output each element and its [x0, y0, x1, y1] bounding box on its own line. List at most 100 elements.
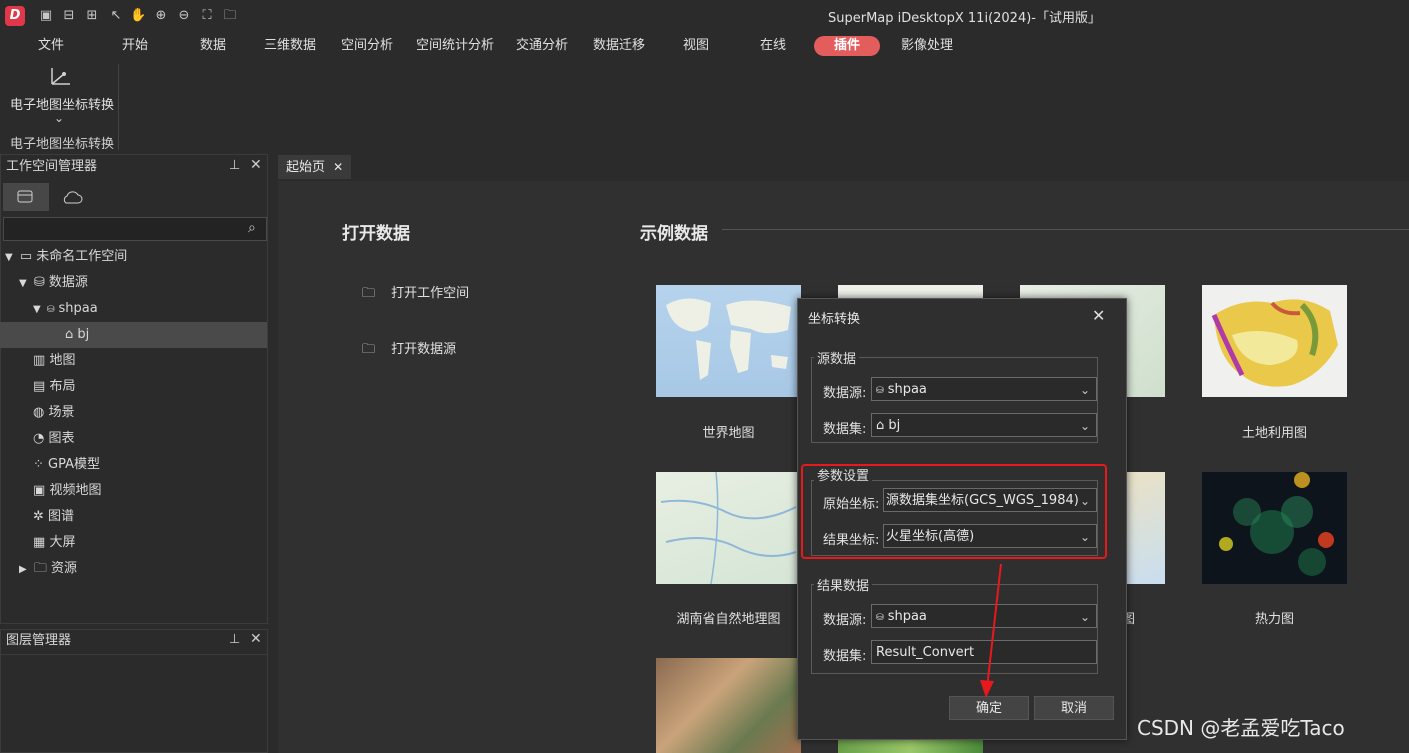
tree-workspace[interactable]: ▼ ▭ 未命名工作空间: [0, 245, 267, 269]
menu-spatial-analysis[interactable]: 空间分析: [341, 36, 393, 56]
tree-scenes-label: 场景: [48, 405, 75, 420]
source-dataset-select[interactable]: ⌂ bj ⌄: [871, 413, 1097, 437]
map-icon: ▥: [33, 353, 46, 368]
select-icon[interactable]: ↖: [108, 8, 124, 24]
tree-gpa-models[interactable]: ⁘ GPA模型: [0, 453, 267, 477]
divider: [1, 654, 267, 655]
watermark: CSDN @老孟爱吃Taco: [1137, 716, 1345, 740]
menu-plugins[interactable]: 插件: [814, 36, 881, 56]
heatmap-image: [1219, 472, 1334, 576]
close-icon[interactable]: ✕: [250, 157, 262, 173]
world-map-thumbnail[interactable]: [656, 285, 801, 397]
tree-datasources[interactable]: ▼ ⛁ 数据源: [0, 271, 267, 295]
chevron-down-icon: ⌄: [1079, 419, 1090, 433]
result-dataset-label: 数据集:: [823, 649, 867, 664]
panel-title: 图层管理器: [6, 633, 72, 648]
hunan-map-label: 湖南省自然地理图: [676, 612, 781, 627]
document-tab-bar: [270, 154, 1409, 180]
source-dataset-value: bj: [888, 418, 901, 433]
tree-datasource-shpaa[interactable]: ▼ ⛁ shpaa: [0, 297, 267, 321]
tree-layouts[interactable]: ▤ 布局: [0, 375, 267, 399]
hunan-map-thumbnail[interactable]: [656, 472, 801, 584]
pan-icon[interactable]: ✋: [130, 8, 146, 24]
tree-dataset-bj[interactable]: ⌂ bj: [0, 322, 267, 348]
tree-graphs[interactable]: ✲ 图谱: [0, 505, 267, 529]
expand-arrow-icon[interactable]: ▼: [33, 304, 41, 315]
source-datasource-select[interactable]: ⛁ shpaa ⌄: [871, 377, 1097, 401]
world-map-image: [666, 298, 791, 380]
full-extent-icon[interactable]: ⛶: [199, 8, 215, 24]
tree-dashboards[interactable]: ▦ 大屏: [0, 531, 267, 555]
globe-icon: ◍: [33, 405, 45, 420]
window-title: SuperMap iDesktopX 11i(2024)-「试用版」: [828, 11, 1101, 26]
region-dataset-icon: ⌂: [876, 418, 885, 433]
menu-start[interactable]: 开始: [122, 36, 148, 56]
workspace-icon: ▭: [19, 249, 33, 264]
menu-online[interactable]: 在线: [760, 36, 786, 56]
expand-arrow-icon[interactable]: ▼: [5, 252, 13, 263]
menu-3d-data[interactable]: 三维数据: [264, 36, 316, 56]
zoom-out-icon[interactable]: ⊖: [176, 8, 192, 24]
ribbon: [0, 60, 1409, 153]
menu-image-processing[interactable]: 影像处理: [901, 36, 953, 56]
open-folder-icon[interactable]: 🗀: [222, 8, 238, 24]
menu-data-migration[interactable]: 数据迁移: [593, 36, 645, 56]
cancel-button[interactable]: 取消: [1034, 696, 1114, 720]
tree-charts[interactable]: ◔ 图表: [0, 427, 267, 451]
graph-icon: ✲: [33, 509, 44, 524]
save-icon[interactable]: ▣: [38, 8, 54, 24]
tree-maps[interactable]: ▥ 地图: [0, 349, 267, 373]
tree-graphs-label: 图谱: [48, 509, 75, 524]
region-dataset-icon: ⌂: [65, 327, 74, 342]
open-datasource-link[interactable]: 🗀 打开数据源: [362, 338, 456, 362]
zoom-in-icon[interactable]: ⊕: [153, 8, 169, 24]
chevron-down-icon: ⌄: [54, 111, 65, 125]
close-icon[interactable]: ✕: [333, 160, 343, 174]
tree-workspace-label: 未命名工作空间: [36, 249, 128, 264]
export-icon[interactable]: ⊞: [84, 8, 100, 24]
land-use-thumbnail[interactable]: [1202, 285, 1347, 397]
menu-spatial-stats[interactable]: 空间统计分析: [416, 36, 494, 56]
tree-resources[interactable]: ▶ 🗀 资源: [0, 557, 267, 581]
workspace-tab[interactable]: [3, 183, 49, 211]
menu-view[interactable]: 视图: [683, 36, 709, 56]
panel-title: 工作空间管理器: [6, 159, 98, 174]
source-group-title: 源数据: [814, 348, 860, 367]
expand-arrow-icon[interactable]: ▼: [19, 278, 27, 289]
pin-icon[interactable]: ⊥: [229, 158, 240, 173]
udbx-icon: ⛁: [876, 613, 884, 623]
menu-file[interactable]: 文件: [38, 36, 64, 56]
open-workspace-link[interactable]: 🗀 打开工作空间: [362, 282, 469, 306]
menu-traffic-analysis[interactable]: 交通分析: [516, 36, 568, 56]
source-datasource-label: 数据源:: [823, 386, 867, 401]
close-icon[interactable]: ✕: [1092, 306, 1105, 325]
tab-label: 起始页: [286, 160, 326, 175]
dashboard-icon: ▦: [33, 535, 46, 550]
dialog-title: 坐标转换: [808, 312, 861, 327]
coord-convert-button[interactable]: 电子地图坐标转换 ⌄: [8, 62, 116, 128]
pin-icon[interactable]: ⊥: [229, 632, 240, 647]
open-data-heading: 打开数据: [342, 224, 410, 244]
coord-convert-dialog: 坐标转换 ✕ 源数据 数据源: ⛁ shpaa ⌄ 数据集: ⌂ bj ⌄ 参数…: [797, 298, 1127, 740]
hunan-map-image: [660, 472, 797, 584]
aerial-photo-thumbnail[interactable]: [656, 658, 801, 753]
workspace-search-input[interactable]: [3, 217, 267, 241]
open-workspace-label: 打开工作空间: [391, 286, 470, 301]
tab-start-page[interactable]: 起始页 ✕: [278, 155, 352, 179]
heatmap-thumbnail[interactable]: [1202, 472, 1347, 584]
tree-scenes[interactable]: ◍ 场景: [0, 401, 267, 425]
tree-video-maps[interactable]: ▣ 视频地图: [0, 479, 267, 503]
import-icon[interactable]: ⊟: [61, 8, 77, 24]
menu-data[interactable]: 数据: [200, 36, 226, 56]
tree-maps-label: 地图: [49, 353, 76, 368]
folder-icon: 🗀: [362, 286, 376, 301]
result-group-title: 结果数据: [814, 575, 873, 594]
expand-arrow-icon[interactable]: ▶: [19, 564, 27, 575]
cloud-workspace-tab[interactable]: [57, 183, 89, 211]
source-datasource-value: shpaa: [887, 382, 927, 397]
tree-dashboards-label: 大屏: [49, 535, 76, 550]
datasource-icon: ⛁: [33, 275, 45, 290]
search-icon[interactable]: ⌕: [248, 220, 256, 236]
chevron-down-icon: ⌄: [1079, 610, 1090, 624]
close-icon[interactable]: ✕: [250, 631, 262, 647]
